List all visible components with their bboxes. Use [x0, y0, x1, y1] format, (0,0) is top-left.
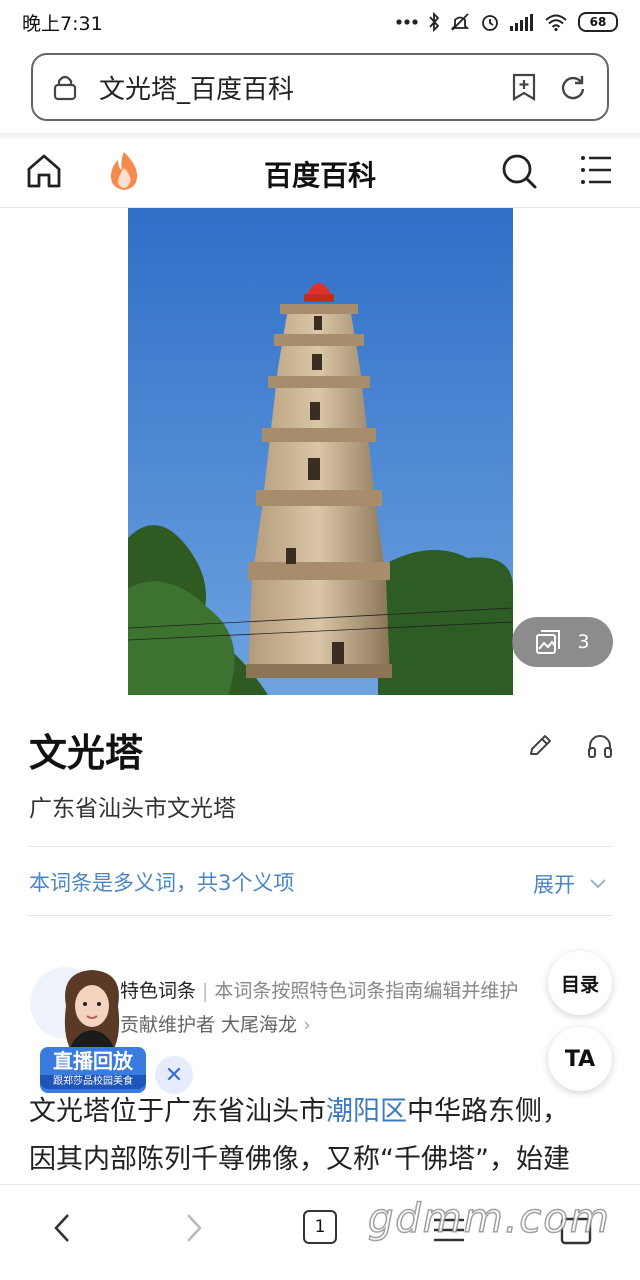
- status-time: 晚上7:31: [22, 12, 103, 35]
- add-bookmark-icon[interactable]: [511, 73, 537, 101]
- menu-icon[interactable]: [580, 154, 612, 186]
- site-nav-bar: 百度百科: [0, 140, 640, 208]
- live-replay-banner[interactable]: 直播回放 跟郑莎品校园美食: [40, 1047, 146, 1093]
- status-bar: 晚上7:31 68: [0, 0, 640, 44]
- live-replay-title: 直播回放: [53, 1049, 133, 1073]
- chevron-right-icon: ›: [303, 1014, 311, 1036]
- tabs-icon[interactable]: 1: [303, 1210, 337, 1244]
- lock-icon: [53, 75, 77, 101]
- font-size-button[interactable]: TA: [548, 1027, 612, 1091]
- address-text[interactable]: 文光塔_百度百科: [99, 69, 511, 106]
- back-icon[interactable]: [50, 1211, 74, 1245]
- forward-icon[interactable]: [182, 1211, 206, 1245]
- wifi-icon: [545, 14, 567, 31]
- expand-button[interactable]: 展开: [533, 869, 607, 899]
- divider: [28, 846, 613, 847]
- contributor-text: 贡献维护者 大尾海龙: [120, 1014, 298, 1036]
- dots-icon: [396, 19, 418, 25]
- body-line: 因其内部陈列千尊佛像，又称“千佛塔”，始建: [29, 1144, 570, 1175]
- link-chaoyang-district[interactable]: 潮阳区: [326, 1096, 407, 1127]
- table-of-contents-button[interactable]: 目录: [548, 951, 612, 1015]
- body-text-segment: 文光塔位于广东省汕头市: [29, 1096, 326, 1127]
- entry-body: 文光塔位于广东省汕头市潮阳区中华路东侧， 因其内部陈列千尊佛像，又称“千佛塔”，…: [29, 1088, 614, 1184]
- listen-headphones-icon[interactable]: [586, 732, 614, 760]
- live-replay-subtitle: 跟郑莎品校园美食: [40, 1075, 146, 1089]
- battery-icon: 68: [578, 12, 618, 32]
- mute-icon: [450, 13, 470, 31]
- site-title[interactable]: 百度百科: [0, 154, 640, 194]
- divider: [28, 915, 613, 916]
- body-line: 文光塔位于广东省汕头市潮阳区中华路东侧，: [29, 1088, 614, 1136]
- pagoda-illustration: [128, 208, 513, 695]
- address-bar[interactable]: 文光塔_百度百科: [31, 53, 609, 121]
- contributor-line[interactable]: 贡献维护者 大尾海龙 ›: [120, 1010, 311, 1037]
- featured-entry-line[interactable]: 特色词条 | 本词条按照特色词条指南编辑并维护: [120, 976, 580, 1003]
- signal-icon: [510, 14, 533, 31]
- status-icons: 68: [396, 12, 618, 32]
- photo-count: 3: [577, 631, 590, 653]
- entry-subtitle: 广东省汕头市文光塔: [29, 796, 236, 822]
- site-watermark: gdmm.com: [367, 1195, 611, 1243]
- refresh-icon[interactable]: [559, 73, 587, 101]
- live-host-avatar[interactable]: [52, 966, 132, 1054]
- expand-label: 展开: [533, 873, 575, 897]
- bluetooth-icon: [429, 12, 440, 32]
- featured-description: 本词条按照特色词条指南编辑并维护: [214, 980, 519, 1002]
- alarm-icon: [482, 15, 498, 31]
- photo-count-badge[interactable]: 3: [512, 617, 613, 667]
- gallery-icon: [536, 630, 561, 654]
- search-icon[interactable]: [500, 152, 538, 190]
- chevron-down-icon: [590, 879, 606, 889]
- polysemy-notice[interactable]: 本词条是多义词，共3个义项: [29, 867, 294, 897]
- body-text-segment: 中华路东侧，: [407, 1096, 569, 1127]
- entry-hero-image[interactable]: [128, 208, 513, 695]
- edit-icon[interactable]: [527, 732, 553, 760]
- entry-title: 文光塔: [29, 731, 144, 775]
